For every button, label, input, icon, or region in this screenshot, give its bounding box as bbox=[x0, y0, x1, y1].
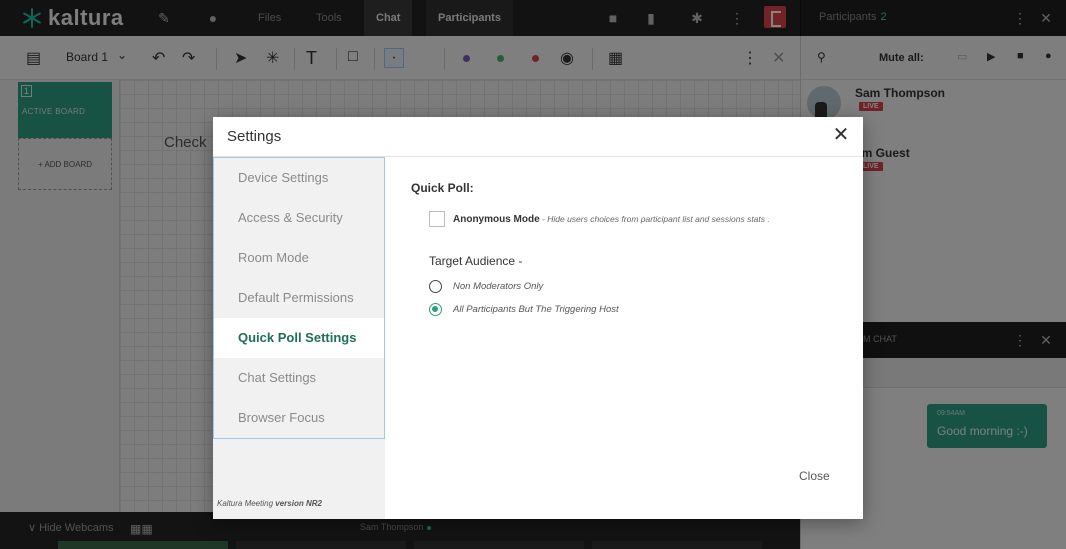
anonymous-mode-label: Anonymous Mode - Hide users choices from… bbox=[453, 214, 770, 225]
radio-non-moderators[interactable] bbox=[429, 280, 442, 293]
radio-all-participants[interactable] bbox=[429, 303, 442, 316]
version-prefix: Kaltura Meeting bbox=[217, 499, 274, 508]
anonymous-mode-title: Anonymous Mode bbox=[453, 214, 540, 225]
nav-chat-settings[interactable]: Chat Settings bbox=[214, 358, 384, 398]
nav-quick-poll-settings[interactable]: Quick Poll Settings bbox=[214, 318, 384, 358]
nav-device-settings[interactable]: Device Settings bbox=[214, 158, 384, 198]
target-audience-label: Target Audience - bbox=[429, 254, 523, 268]
modal-title: Settings bbox=[227, 128, 282, 145]
radio-non-moderators-label: Non Moderators Only bbox=[453, 281, 544, 292]
version-info: Kaltura Meeting version NR2 bbox=[217, 499, 322, 508]
anonymous-mode-description: - Hide users choices from participant li… bbox=[539, 214, 770, 224]
nav-browser-focus[interactable]: Browser Focus bbox=[214, 398, 384, 438]
close-button[interactable]: Close bbox=[795, 467, 834, 485]
nav-room-mode[interactable]: Room Mode bbox=[214, 238, 384, 278]
anonymous-mode-checkbox[interactable] bbox=[429, 211, 445, 227]
close-icon[interactable]: ✕ bbox=[829, 123, 853, 147]
settings-nav-list: Device Settings Access & Security Room M… bbox=[213, 157, 385, 439]
nav-access-security[interactable]: Access & Security bbox=[214, 198, 384, 238]
quick-poll-settings-panel: Quick Poll: Anonymous Mode - Hide users … bbox=[385, 157, 863, 519]
settings-modal: Settings ✕ Device Settings Access & Secu… bbox=[213, 117, 863, 519]
version-value: version NR2 bbox=[275, 499, 322, 508]
section-title: Quick Poll: bbox=[411, 181, 474, 195]
nav-default-permissions[interactable]: Default Permissions bbox=[214, 278, 384, 318]
modal-header: Settings ✕ bbox=[213, 117, 863, 157]
settings-nav: Device Settings Access & Security Room M… bbox=[213, 157, 385, 519]
radio-all-participants-label: All Participants But The Triggering Host bbox=[453, 304, 619, 315]
